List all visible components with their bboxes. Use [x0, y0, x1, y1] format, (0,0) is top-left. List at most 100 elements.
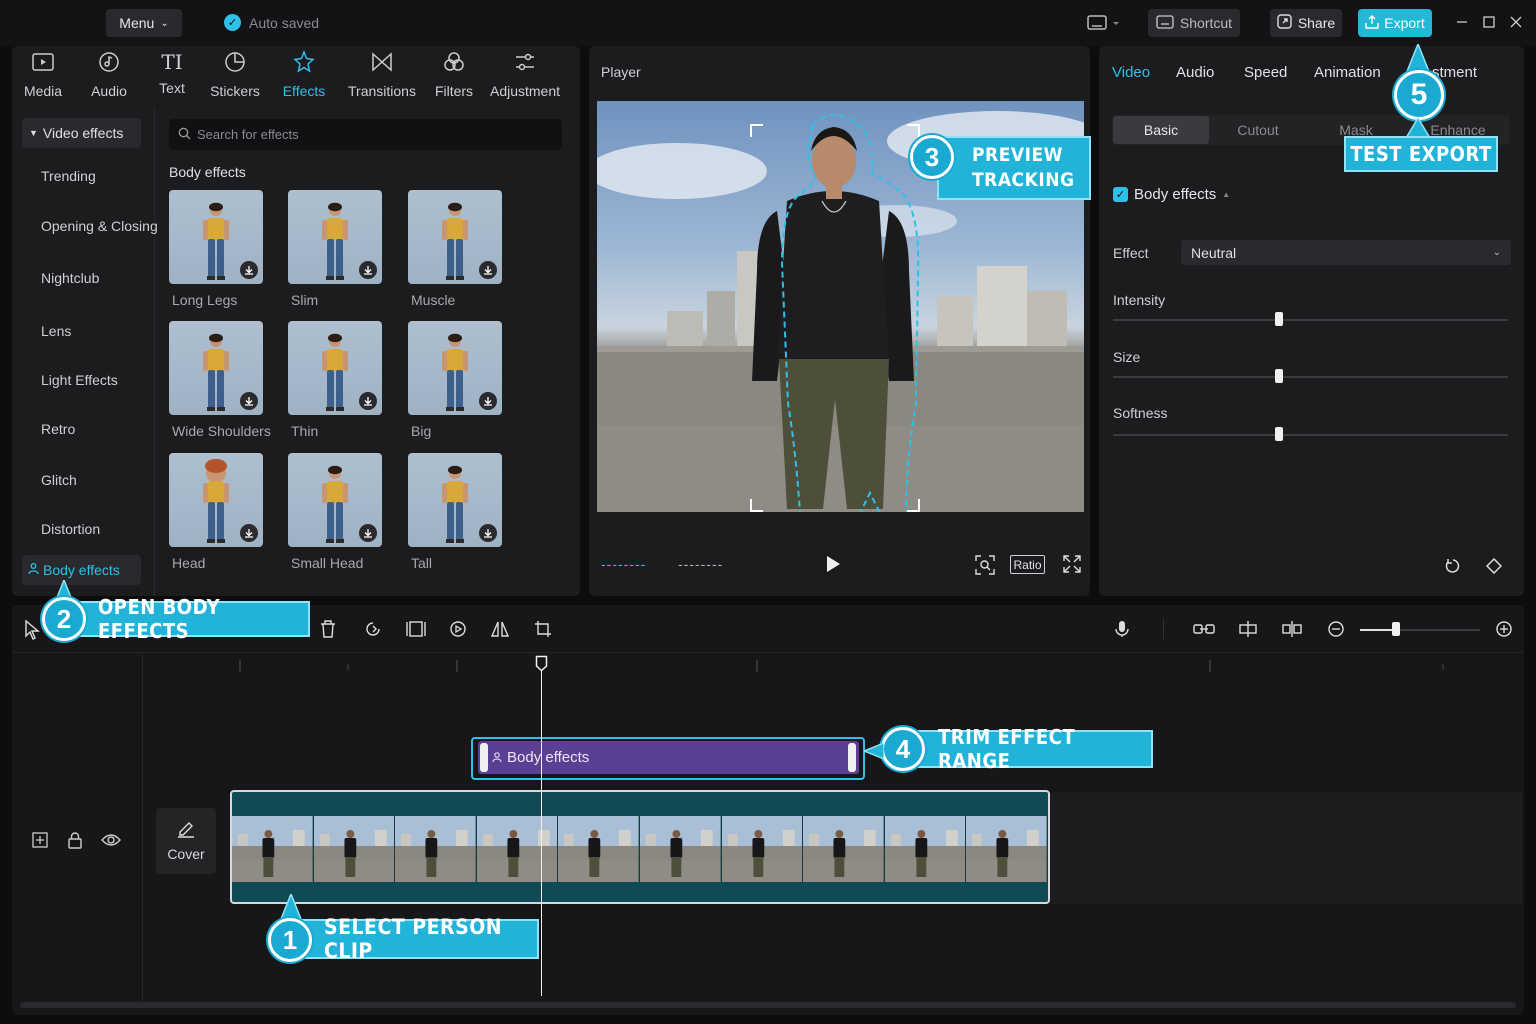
timeline-scrollbar[interactable] [20, 1002, 1516, 1008]
fullscreen-icon[interactable] [1062, 554, 1082, 574]
zoom-out-icon[interactable] [1326, 619, 1346, 639]
download-icon[interactable] [479, 261, 497, 279]
effect-thumb-wide-shoulders[interactable] [169, 321, 263, 415]
prop-tab-speed[interactable]: Speed [1244, 64, 1287, 81]
microphone-icon[interactable] [1112, 619, 1132, 639]
add-track-icon[interactable] [30, 830, 50, 850]
freeze-frame-icon[interactable] [405, 619, 427, 639]
mirror-icon[interactable] [490, 619, 510, 639]
checkbox-checked-icon: ✓ [1113, 187, 1128, 202]
fit-preview-icon[interactable] [974, 554, 996, 576]
softness-slider[interactable] [1113, 434, 1508, 436]
prop-tab-animation[interactable]: Animation [1314, 64, 1381, 81]
category-opening-closing[interactable]: Opening & Closing [41, 218, 158, 234]
effect-thumb-thin[interactable] [288, 321, 382, 415]
callout-4-label: TRIM EFFECT RANGE [904, 725, 1153, 773]
effect-thumb-long-legs[interactable] [169, 190, 263, 284]
close-icon[interactable] [1508, 14, 1524, 30]
download-icon[interactable] [359, 261, 377, 279]
crop-icon[interactable] [533, 619, 553, 639]
ratio-button[interactable]: Ratio [1010, 555, 1045, 574]
tab-media[interactable]: Media [24, 50, 62, 99]
tab-adjustment[interactable]: Adjustment [490, 50, 560, 99]
intensity-slider[interactable] [1113, 319, 1508, 321]
download-icon[interactable] [479, 392, 497, 410]
minimize-icon[interactable] [1454, 14, 1470, 30]
share-button[interactable]: Share [1270, 9, 1342, 37]
category-light-effects[interactable]: Light Effects [41, 372, 118, 388]
effects-icon [292, 49, 316, 77]
effect-label-long-legs: Long Legs [172, 292, 238, 308]
effect-select[interactable]: Neutral ⌄ [1181, 240, 1511, 265]
visibility-eye-icon[interactable] [100, 830, 122, 850]
effect-thumb-muscle[interactable] [408, 190, 502, 284]
shortcut-button[interactable]: Shortcut [1148, 9, 1240, 37]
category-nightclub[interactable]: Nightclub [41, 270, 99, 286]
intensity-slider-handle[interactable] [1274, 312, 1283, 326]
effect-thumb-slim[interactable] [288, 190, 382, 284]
select-cursor-icon[interactable] [22, 619, 42, 641]
menu-button[interactable]: Menu ⌄ [106, 9, 182, 37]
split-icon[interactable] [1280, 619, 1304, 639]
person-icon [492, 750, 502, 766]
play-button[interactable] [822, 553, 844, 575]
reverse-icon[interactable] [363, 619, 383, 639]
playhead-handle[interactable] [535, 655, 548, 672]
tab-effects[interactable]: Effects [281, 49, 327, 99]
zoom-in-icon[interactable] [1494, 619, 1514, 639]
cover-button[interactable]: Cover [156, 808, 216, 874]
speed-icon[interactable] [448, 619, 468, 639]
download-icon[interactable] [359, 392, 377, 410]
effect-thumb-small-head[interactable] [288, 453, 382, 547]
download-icon[interactable] [240, 261, 258, 279]
download-icon[interactable] [359, 524, 377, 542]
reset-icon[interactable] [1443, 556, 1463, 576]
prop-tab-audio[interactable]: Audio [1176, 64, 1214, 81]
tab-filters[interactable]: Filters [434, 50, 474, 99]
timeline-zoom-handle[interactable] [1392, 622, 1400, 636]
export-button[interactable]: Export [1358, 9, 1432, 37]
delete-icon[interactable] [318, 619, 338, 639]
prop-tab-video[interactable]: Video [1112, 64, 1150, 81]
subtab-cutout[interactable]: Cutout [1210, 116, 1306, 144]
category-body-effects[interactable]: Body effects [22, 555, 141, 585]
download-icon[interactable] [240, 392, 258, 410]
effect-clip[interactable]: Body effects [478, 741, 859, 774]
category-lens[interactable]: Lens [41, 323, 71, 339]
filters-icon [442, 50, 466, 77]
timeline-zoom-fill [1360, 629, 1396, 631]
filmstrip-frame [721, 816, 804, 882]
lock-icon[interactable] [66, 830, 84, 850]
size-slider-handle[interactable] [1274, 369, 1283, 383]
category-trending[interactable]: Trending [41, 168, 96, 184]
callout-3-label: PREVIEW TRACKING [937, 136, 1091, 200]
softness-slider-handle[interactable] [1274, 427, 1283, 441]
effect-thumb-tall[interactable] [408, 453, 502, 547]
effect-clip-right-handle[interactable] [848, 743, 856, 772]
search-field[interactable]: Search for effects [169, 119, 562, 150]
tab-transitions[interactable]: Transitions [348, 50, 416, 99]
category-header-video-effects[interactable]: ▼ Video effects [22, 118, 141, 148]
effect-thumb-big[interactable] [408, 321, 502, 415]
video-clip[interactable] [230, 790, 1050, 904]
keyframe-icon[interactable] [1484, 556, 1504, 576]
category-distortion[interactable]: Distortion [41, 521, 100, 537]
share-icon [1277, 14, 1292, 32]
tab-text[interactable]: TI Text [156, 50, 188, 96]
subtab-basic[interactable]: Basic [1113, 116, 1209, 144]
body-effects-toggle[interactable]: ✓ Body effects ▲ [1113, 186, 1230, 203]
download-icon[interactable] [240, 524, 258, 542]
maximize-icon[interactable] [1481, 14, 1497, 30]
prop-tab-adjustment[interactable]: stment [1432, 64, 1477, 81]
size-slider[interactable] [1113, 376, 1508, 378]
category-glitch[interactable]: Glitch [41, 472, 77, 488]
effect-thumb-head[interactable] [169, 453, 263, 547]
auto-snap-icon[interactable] [1236, 619, 1260, 639]
download-icon[interactable] [479, 524, 497, 542]
effect-clip-left-handle[interactable] [480, 743, 488, 772]
tab-stickers[interactable]: Stickers [210, 50, 260, 99]
category-retro[interactable]: Retro [41, 421, 75, 437]
layout-icon[interactable] [1084, 12, 1124, 34]
tab-audio[interactable]: Audio [90, 50, 128, 99]
link-clips-icon[interactable] [1192, 619, 1216, 639]
